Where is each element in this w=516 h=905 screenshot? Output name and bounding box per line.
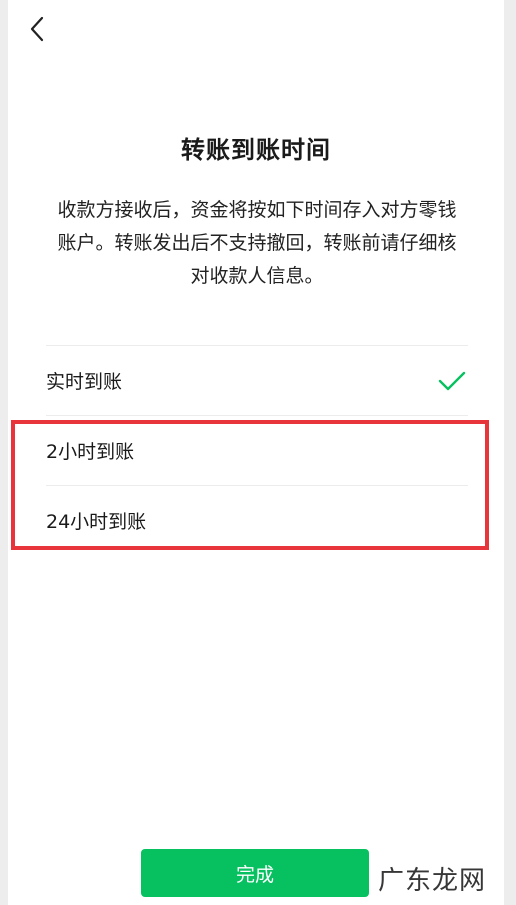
transfer-time-screen: 转账到账时间 收款方接收后，资金将按如下时间存入对方零钱账户。转账发出后不支持撤… bbox=[8, 0, 504, 905]
option-label: 2小时到账 bbox=[46, 441, 135, 463]
page-title: 转账到账时间 bbox=[181, 136, 331, 164]
option-realtime[interactable]: 实时到账 bbox=[46, 345, 468, 415]
checkmark-icon bbox=[438, 371, 466, 390]
option-label: 实时到账 bbox=[46, 371, 123, 393]
done-button[interactable]: 完成 bbox=[141, 849, 369, 897]
back-button[interactable] bbox=[22, 14, 52, 44]
watermark: 广东龙网 bbox=[378, 866, 487, 896]
option-label: 24小时到账 bbox=[46, 511, 147, 533]
description-text: 收款方接收后，资金将按如下时间存入对方零钱账户。转账发出后不支持撤回，转账前请仔… bbox=[57, 199, 457, 287]
option-24-hours[interactable]: 24小时到账 bbox=[46, 485, 468, 555]
chevron-left-icon bbox=[30, 16, 44, 42]
arrival-time-options: 实时到账 2小时到账 24小时到账 bbox=[46, 345, 468, 555]
option-2-hours[interactable]: 2小时到账 bbox=[46, 415, 468, 485]
